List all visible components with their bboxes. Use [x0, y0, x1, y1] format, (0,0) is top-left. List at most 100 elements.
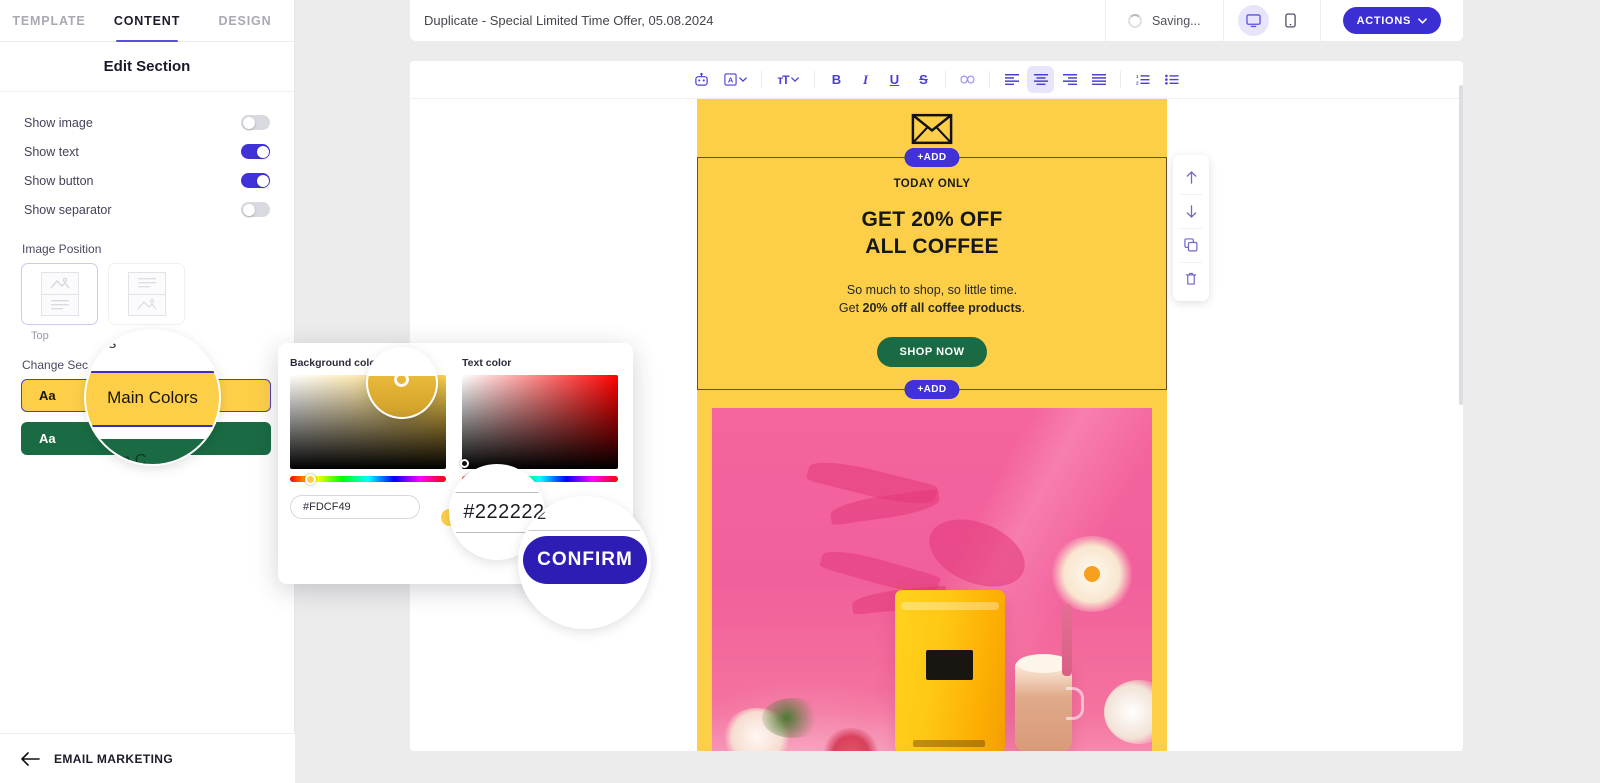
underline-button[interactable]: U: [881, 66, 908, 93]
thumb-image-top-icon: [40, 272, 79, 316]
align-left-button[interactable]: [998, 66, 1025, 93]
email-header-block: +ADD TODAY ONLY GET 20% OFF ALL COFFEE S…: [697, 99, 1167, 399]
lens-ghost-bottom-text: ton C: [108, 452, 147, 464]
image-position-top-option[interactable]: [21, 263, 98, 325]
thumb-image-bottom-icon: [127, 272, 166, 316]
flower-green-leaves: [762, 698, 824, 738]
mobile-icon: [1284, 13, 1296, 28]
panel-title: Edit Section: [0, 42, 294, 92]
background-hex-input[interactable]: [290, 495, 420, 519]
top-bar: Duplicate - Special Limited Time Offer, …: [410, 0, 1463, 41]
underline-glyph: U: [889, 72, 900, 87]
actions-button-label: ACTIONS: [1356, 14, 1411, 27]
text-color-label: Text color: [462, 357, 512, 369]
picture-icon: [50, 277, 70, 289]
svg-text:A: A: [727, 76, 733, 85]
align-center-button[interactable]: [1027, 66, 1054, 93]
image-position-options: [0, 263, 294, 325]
font-family-icon[interactable]: A: [717, 66, 753, 93]
switch-knob: [256, 174, 269, 187]
switch-show-separator[interactable]: [241, 202, 270, 217]
add-block-above-button[interactable]: +ADD: [904, 148, 960, 167]
delete-block-button[interactable]: [1173, 262, 1209, 296]
strikethrough-button[interactable]: S: [910, 66, 937, 93]
email-subcopy-line2: Get 20% off all coffee products.: [698, 299, 1166, 317]
desktop-preview-button[interactable]: [1237, 5, 1269, 36]
duplicate-icon: [1184, 238, 1198, 252]
color-scheme-sample: Aa: [39, 388, 56, 403]
add-block-below-button[interactable]: +ADD: [904, 380, 960, 399]
magnifier-lens-confirm: 222 CONFIRM: [520, 498, 649, 627]
switch-knob: [242, 203, 255, 216]
email-subcopy[interactable]: So much to shop, so little time. Get 20%…: [698, 281, 1166, 317]
lines-icon: [50, 299, 69, 310]
thumb-picture-area: [42, 273, 78, 294]
tab-design[interactable]: DESIGN: [196, 0, 294, 41]
toolbar-divider: [1120, 71, 1121, 88]
background-hue-handle[interactable]: [305, 473, 316, 485]
svg-text:2: 2: [1136, 81, 1139, 86]
switch-knob: [242, 116, 255, 129]
background-hue-slider[interactable]: [290, 473, 446, 485]
toggle-row-show-text: Show text: [24, 137, 270, 166]
toolbar-divider: [814, 71, 815, 88]
document-title[interactable]: Duplicate - Special Limited Time Offer, …: [410, 13, 1105, 28]
lens-confirm-rule: [520, 530, 649, 531]
lens-confirm-ghost-text: 222: [520, 504, 547, 523]
image-position-bottom-option[interactable]: [108, 263, 185, 325]
canvas-scrollbar[interactable]: [1459, 85, 1463, 405]
email-kicker[interactable]: TODAY ONLY: [698, 178, 1166, 190]
back-arrow-icon: [21, 751, 40, 766]
align-right-icon: [1062, 74, 1077, 85]
color-scheme-sample: Aa: [39, 431, 56, 446]
move-block-down-button[interactable]: [1173, 194, 1209, 228]
lens-ghost-top-text: ors: [94, 335, 117, 352]
selected-text-block[interactable]: +ADD TODAY ONLY GET 20% OFF ALL COFFEE S…: [697, 148, 1167, 399]
align-left-icon: [1004, 74, 1019, 85]
toggle-row-show-button: Show button: [24, 166, 270, 195]
actions-wrap: ACTIONS: [1321, 7, 1463, 34]
text-color-handle[interactable]: [460, 459, 469, 468]
toggle-label-show-button: Show button: [24, 173, 94, 188]
lens-green-band: [86, 439, 219, 464]
email-column: +ADD TODAY ONLY GET 20% OFF ALL COFFEE S…: [697, 99, 1167, 751]
ai-assistant-icon[interactable]: [688, 66, 715, 93]
bold-glyph: B: [831, 72, 842, 87]
formatting-toolbar: A тT B I U S 1 2: [410, 61, 1463, 99]
back-to-email-marketing[interactable]: EMAIL MARKETING: [0, 733, 295, 783]
email-headline[interactable]: GET 20% OFF ALL COFFEE: [698, 207, 1166, 261]
image-position-label: Image Position: [22, 242, 102, 256]
toolbar-divider: [945, 71, 946, 88]
glass-handle: [1066, 687, 1084, 720]
align-justify-button[interactable]: [1085, 66, 1112, 93]
ordered-list-button[interactable]: 1 2: [1129, 66, 1156, 93]
actions-button[interactable]: ACTIONS: [1342, 7, 1441, 34]
move-block-up-button[interactable]: [1173, 160, 1209, 194]
shop-now-button[interactable]: SHOP NOW: [876, 337, 988, 367]
duplicate-block-button[interactable]: [1173, 228, 1209, 262]
align-right-button[interactable]: [1056, 66, 1083, 93]
switch-show-button[interactable]: [241, 173, 270, 188]
link-icon: [960, 75, 975, 84]
mobile-preview-button[interactable]: [1275, 5, 1306, 36]
envelope-icon: [911, 113, 953, 145]
text-saturation-area[interactable]: [460, 375, 618, 469]
magnified-main-colors-label: Main Colors: [107, 387, 198, 407]
flower-center-orange: [1084, 566, 1100, 582]
font-size-icon[interactable]: тT: [770, 66, 806, 93]
switch-show-text[interactable]: [241, 144, 270, 159]
italic-button[interactable]: I: [852, 66, 879, 93]
link-button[interactable]: [954, 66, 981, 93]
bold-button[interactable]: B: [823, 66, 850, 93]
magnifier-lens-main-colors: ors Main Colors ton C: [86, 331, 219, 464]
toggle-label-show-image: Show image: [24, 115, 93, 130]
subcopy-bold: 20% off all coffee products: [862, 300, 1022, 315]
email-image-block[interactable]: [697, 390, 1167, 751]
sidebar-tabs: TEMPLATE CONTENT DESIGN: [0, 0, 294, 42]
align-center-icon: [1033, 74, 1048, 85]
switch-show-image[interactable]: [241, 115, 270, 130]
tab-template[interactable]: TEMPLATE: [0, 0, 98, 41]
tab-content[interactable]: CONTENT: [98, 0, 196, 42]
toggle-label-show-separator: Show separator: [24, 202, 112, 217]
unordered-list-button[interactable]: [1158, 66, 1185, 93]
